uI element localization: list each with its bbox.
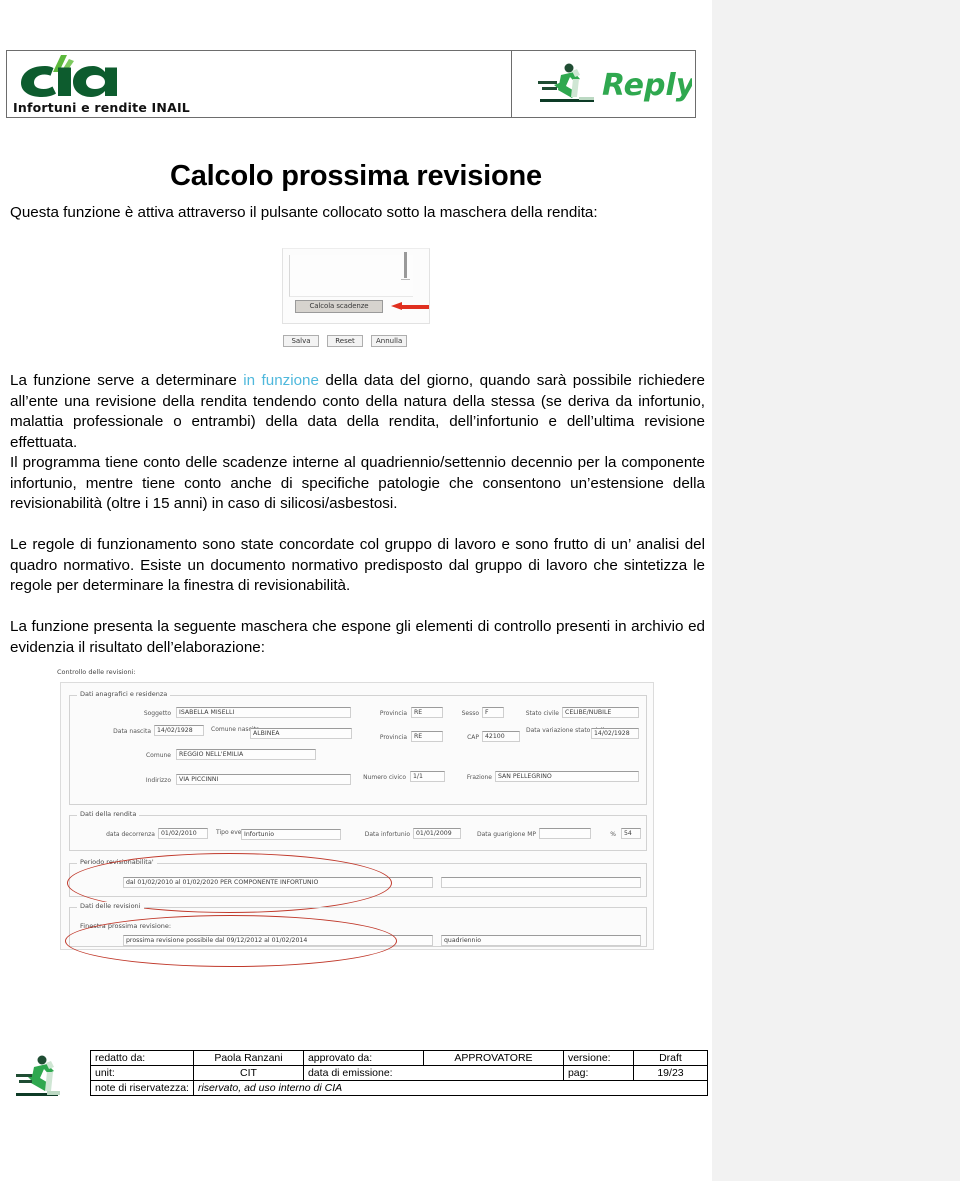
label-indirizzo: Indirizzo [145,777,171,784]
field-cap[interactable]: 42100 [482,731,520,742]
label-cap: CAP [467,734,479,741]
footer-cell-versione-label: versione: [562,1050,634,1066]
field-periodo-revisionabilita[interactable]: dal 01/02/2010 al 01/02/2020 PER COMPONE… [123,877,433,888]
footer-cell-pag-label: pag: [562,1065,634,1081]
field-finestra-tipo[interactable]: quadriennio [441,935,641,946]
field-provincia-residenza[interactable]: RE [411,731,443,742]
document-header: Infortuni e rendite INAIL Reply [6,50,697,118]
p1-highlight: in funzione [243,372,319,389]
figure2-caption: Controllo delle revisioni: [57,668,136,676]
footer-cell-unit-label: unit: [90,1065,194,1081]
footer-cell-pag-value: 19/23 [632,1065,709,1081]
figure1-scrollbar[interactable] [404,252,407,278]
table-row: unit: CIT data di emissione: pag: 19/23 [90,1065,709,1081]
label-soggetto: Soggetto [143,710,171,717]
p1-text-a: La funzione serve a determinare [10,372,244,389]
page-title: Calcolo prossima revisione [170,160,542,192]
group-dati-anagrafici-label: Dati anagrafici e residenza [77,690,171,698]
document-page: Infortuni e rendite INAIL Reply Calcolo … [0,0,712,1181]
footer-cell-approvato-value: APPROVATORE [422,1050,564,1066]
paragraph-4: La funzione presenta la seguente mascher… [10,618,705,656]
label-comune: Comune [145,752,171,759]
paragraph-2: Il programma tiene conto delle scadenze … [10,454,705,512]
cia-logo [15,53,135,103]
figure2-window: Dati anagrafici e residenza Soggetto ISA… [60,682,654,967]
figure-controllo-revisioni: Controllo delle revisioni: Dati anagrafi… [57,668,657,967]
group-dati-rendita-label: Dati della rendita [77,810,140,818]
field-indirizzo[interactable]: VIA PICCINNI [176,774,351,785]
label-comune-nascita: Comune nascita [211,726,260,733]
field-stato-civile[interactable]: CELIBE/NUBILE [562,707,639,718]
label-provincia-residenza: Provincia [379,734,407,741]
footer-metadata-table: redatto da: Paola Ranzani approvato da: … [90,1050,709,1096]
runner-icon [14,1052,78,1106]
field-periodo-extra[interactable] [441,877,641,888]
field-provincia-nascita[interactable]: RE [411,707,443,718]
field-sesso[interactable]: F [482,707,504,718]
field-comune[interactable]: REGGIO NELL'EMILIA [176,749,316,760]
footer-cell-note-value: riservato, ad uso interno di CIA [192,1080,709,1096]
field-comune-nascita[interactable]: ALBINEA [250,728,352,739]
header-brand-cell: Infortuni e rendite INAIL [7,51,512,117]
field-tipo-eventi[interactable]: Infortunio [241,829,341,840]
figure1-button-row: Salva Reset Annulla [283,335,408,347]
label-data-nascita: Data nascita [113,728,151,735]
footer-cell-unit-value: CIT [192,1065,304,1081]
label-sesso: Sesso [461,710,479,717]
field-frazione[interactable]: SAN PELLEGRINO [495,771,639,782]
label-frazione: Frazione [466,774,492,781]
label-percentuale: % [610,831,616,838]
footer-cell-redatto-value: Paola Ranzani [192,1050,304,1066]
header-partner-cell: Reply [512,51,697,117]
calcola-scadenze-button[interactable]: Calcola scadenze [295,300,383,313]
figure1-scroll-tail [401,279,410,280]
label-numero-civico: Numero civico [363,774,406,781]
red-arrow-icon [391,302,429,310]
paragraph-3: Le regole di funzionamento sono state co… [10,536,705,594]
footer-cell-redatto-label: redatto da: [90,1050,194,1066]
label-tipo-eventi: Tipo eventi [216,829,250,836]
field-numero-civico[interactable]: 1/1 [410,771,445,782]
footer-cell-emissione-label: data di emissione: [302,1065,564,1081]
label-data-variazione: Data variazione stato civile [526,727,608,734]
footer-cell-versione-value: Draft [632,1050,709,1066]
reset-button[interactable]: Reset [327,335,363,347]
label-data-infortunio: Data infortunio [364,831,410,838]
field-data-guarigione[interactable] [539,828,591,839]
figure-calcola-scadenze: Calcola scadenze Salva Reset Annulla [277,248,437,353]
figure1-panel: Calcola scadenze [282,248,430,324]
figure1-panel-inner [289,255,413,297]
field-data-nascita[interactable]: 14/02/1928 [154,725,204,736]
label-stato-civile: Stato civile [525,710,559,717]
footer-cell-approvato-label: approvato da: [302,1050,424,1066]
field-percentuale[interactable]: 54 [621,828,641,839]
intro-paragraph: Questa funzione è attiva attraverso il p… [10,204,598,221]
brand-caption: Infortuni e rendite INAIL [13,100,190,115]
footer-cell-note-label: note di riservatezza: [90,1080,194,1096]
annulla-button[interactable]: Annulla [371,335,408,347]
field-data-decorrenza[interactable]: 01/02/2010 [158,828,208,839]
field-data-infortunio[interactable]: 01/01/2009 [413,828,461,839]
field-data-variazione[interactable]: 14/02/1928 [591,728,639,739]
salva-button[interactable]: Salva [283,335,319,347]
table-row: redatto da: Paola Ranzani approvato da: … [90,1050,709,1066]
table-row: note di riservatezza: riservato, ad uso … [90,1080,709,1096]
field-finestra-prossima-revisione[interactable]: prossima revisione possibile dal 09/12/2… [123,935,433,946]
arrow-shaft [401,304,429,309]
label-data-guarigione: Data guarigione MP [477,831,536,838]
group-dati-revisioni-label: Dati delle revisioni [77,902,144,910]
paragraph-1: La funzione serve a determinare in funzi… [10,371,705,453]
reply-logo: Reply [524,59,697,113]
field-soggetto[interactable]: ISABELLA MISELLI [176,707,351,718]
group-periodo-label: Periodo revisionabilita' [77,858,157,866]
svg-text:Reply: Reply [602,68,692,103]
label-provincia-nascita: Provincia [379,710,407,717]
group-finestra-label: Finestra prossima revisione: [77,922,175,930]
label-data-decorrenza: data decorrenza [106,831,155,838]
